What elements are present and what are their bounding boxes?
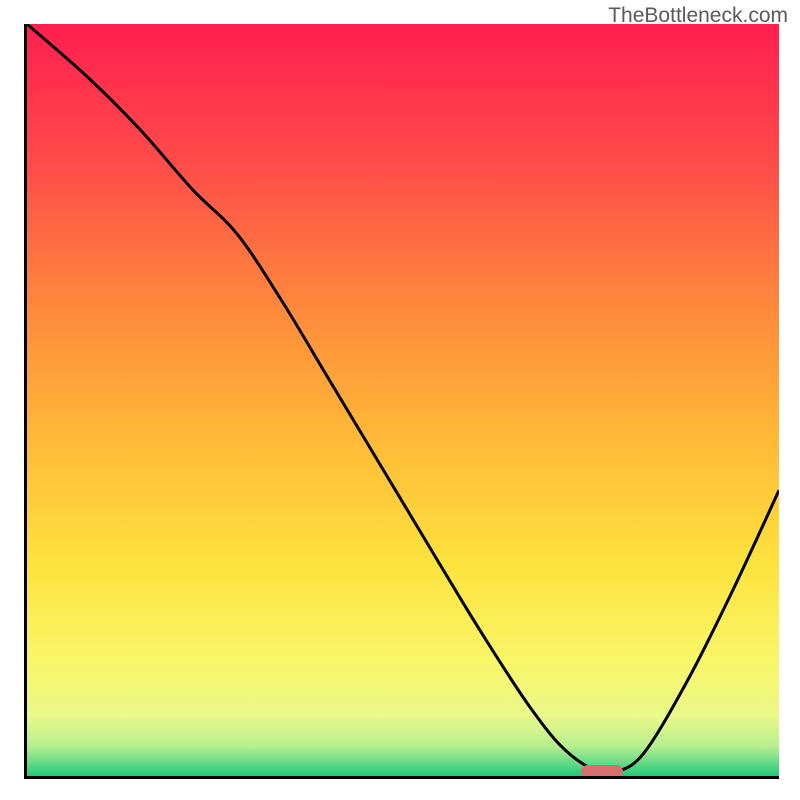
optimal-marker [581, 765, 623, 779]
chart-container: TheBottleneck.com [0, 0, 800, 800]
watermark-text: TheBottleneck.com [608, 4, 788, 28]
plot-area [24, 24, 779, 779]
curve-layer [27, 24, 779, 776]
bottleneck-curve [27, 24, 779, 773]
